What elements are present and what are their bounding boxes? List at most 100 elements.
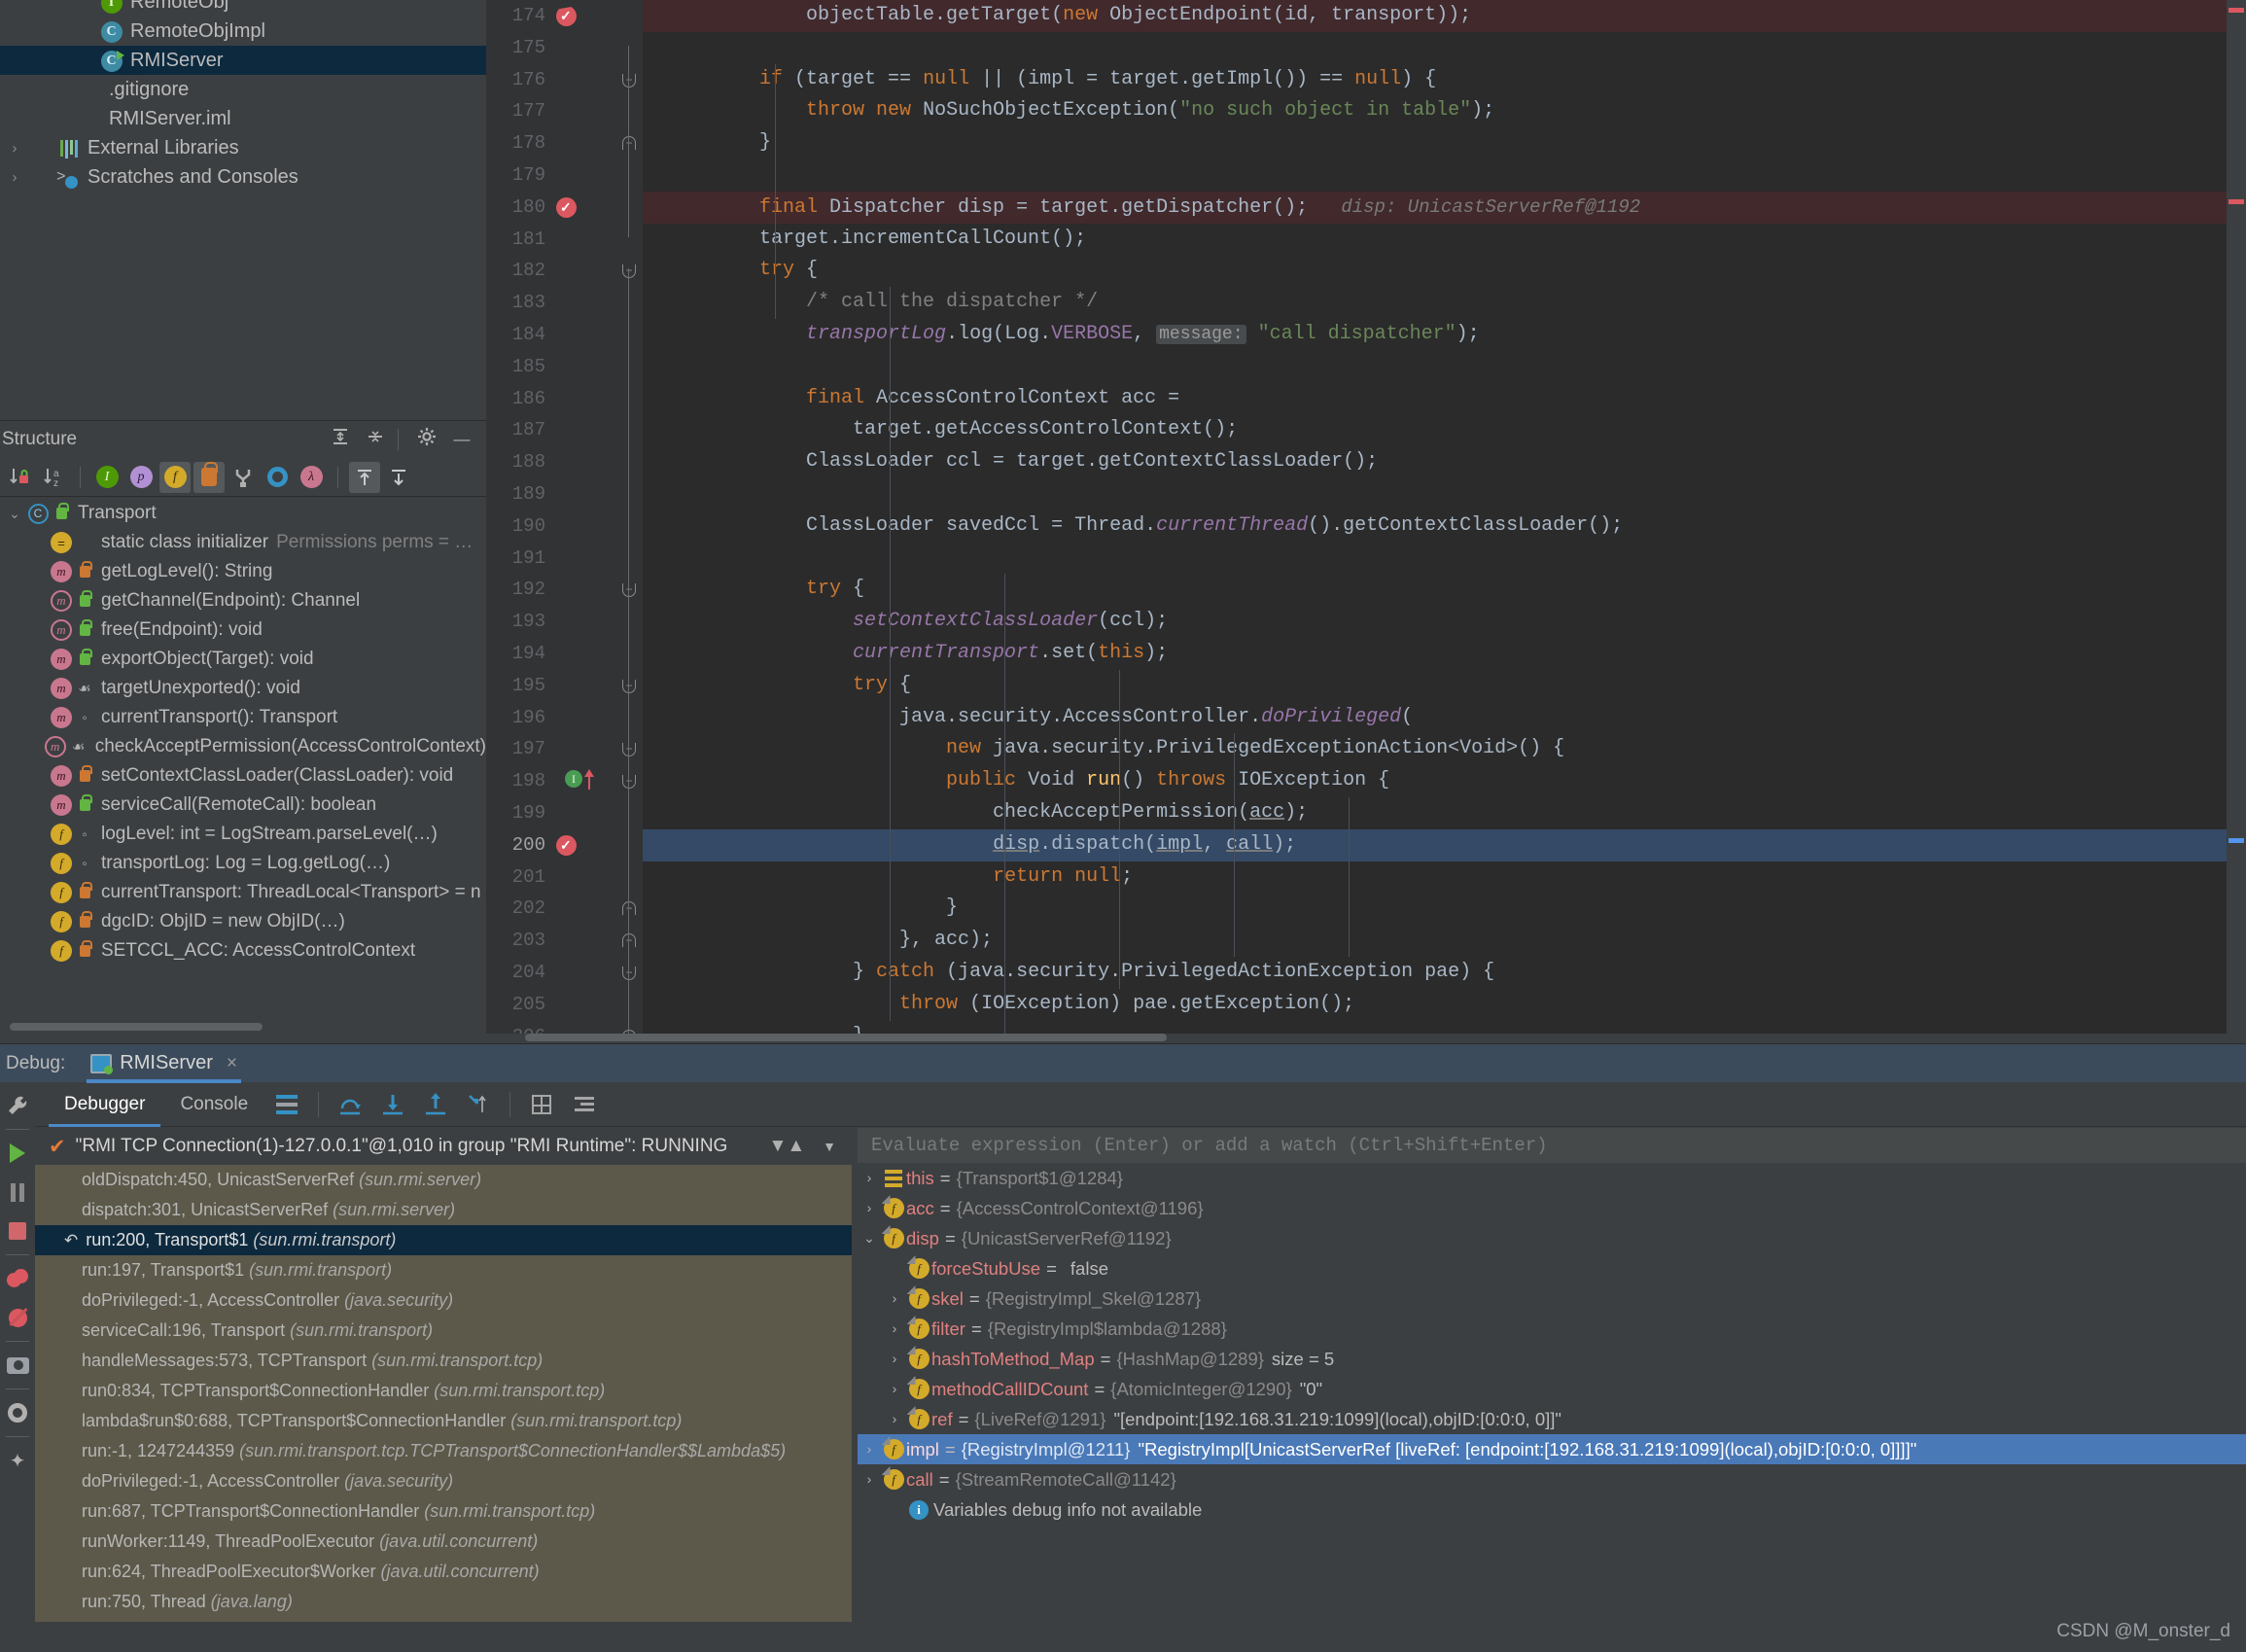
debug-session-tab[interactable]: RMIServer × [83,1044,245,1083]
filter-icon[interactable]: ▼▲ [769,1136,806,1157]
tab-debugger[interactable]: Debugger [49,1082,161,1127]
structure-tree-item[interactable]: m getLogLevel(): String [0,557,486,586]
fold-expand-icon[interactable]: − [622,136,636,151]
structure-tree-item[interactable]: m free(Endpoint): void [0,615,486,645]
variable-row[interactable]: › f call = {StreamRemoteCall@1142} [858,1464,2246,1494]
gutter-line[interactable]: 201 [486,861,615,894]
gutter-line[interactable]: 192 [486,574,615,606]
mute-breakpoints-icon[interactable] [0,1298,35,1337]
fold-collapse-icon[interactable]: − [622,743,636,757]
gutter-line[interactable]: 184 [486,319,615,351]
structure-hscrollbar[interactable] [0,1023,486,1033]
variable-twisty[interactable]: › [883,1374,906,1404]
code-line[interactable]: currentTransport.set(this); [643,638,2246,670]
structure-tree-item[interactable]: f dgcID: ObjID = new ObjID(…) [0,907,486,936]
variable-row[interactable]: f forceStubUse = false [858,1253,2246,1283]
gutter-line[interactable]: 175 [486,32,615,64]
variables-tree[interactable]: › this = {Transport$1@1284} › f acc = {AccessCon… [858,1163,2246,1525]
gutter-line[interactable]: 189 [486,478,615,510]
variable-row[interactable]: › f ref = {LiveRef@1291} "[endpoint:[192.168.… [858,1404,2246,1434]
variable-twisty[interactable]: › [858,1464,881,1494]
variable-row[interactable]: › f impl = {RegistryImpl@1211} "RegistryImpl[… [858,1434,2246,1464]
structure-tree-item[interactable]: f ◦ logLevel: int = LogStream.parseLevel(…… [0,820,486,849]
code-line[interactable]: java.security.AccessController.doPrivile… [643,702,2246,734]
gutter-line[interactable]: 176 [486,64,615,96]
variable-row[interactable]: › f hashToMethod_Map = {HashMap@1289} size = … [858,1344,2246,1374]
editor-code-area[interactable]: objectTable.getTarget(new ObjectEndpoint… [643,0,2246,1043]
structure-tree-item[interactable]: f ◦ transportLog: Log = Log.getLog(…) [0,849,486,878]
project-tree-item[interactable]: RMIServer.iml [0,104,486,133]
structure-tree-item[interactable]: m ☙ checkAcceptPermission(AccessControlCon… [0,732,486,761]
code-line[interactable]: ClassLoader savedCcl = Thread.currentThr… [643,510,2246,543]
fold-expand-icon[interactable]: − [622,933,636,948]
gutter-line[interactable]: 187 [486,414,615,446]
gutter-line[interactable]: 183 [486,287,615,319]
stack-frame-row[interactable]: run:687, TCPTransport$ConnectionHandler … [35,1496,852,1527]
code-line[interactable]: } catch (java.security.PrivilegedActionE… [643,957,2246,989]
gutter-line[interactable]: 190 [486,510,615,543]
structure-tree-item[interactable]: f SETCCL_ACC: AccessControlContext [0,936,486,966]
code-line[interactable]: }, acc); [643,925,2246,957]
code-line[interactable]: } [643,893,2246,925]
expand-all-icon[interactable] [349,461,380,493]
evaluate-expression-icon[interactable] [525,1088,558,1121]
tree-twisty[interactable]: ⌄ [4,506,25,522]
editor-marker-stripe[interactable] [2227,0,2246,1043]
structure-tree-item[interactable]: m exportObject(Target): void [0,645,486,674]
gutter-line[interactable]: 178 [486,127,615,159]
project-tree-item[interactable]: › >_ Scratches and Consoles [0,162,486,192]
stack-frame-row[interactable]: doPrivileged:-1, AccessController (java.… [35,1285,852,1316]
variable-twisty[interactable]: › [858,1434,881,1464]
show-properties-icon[interactable]: p [125,462,157,493]
show-non-public-icon[interactable] [193,461,225,493]
stack-frame-row[interactable]: handleMessages:573, TCPTransport (sun.rm… [35,1346,852,1376]
gutter-line[interactable]: 196 [486,702,615,734]
step-into-icon[interactable] [376,1088,409,1121]
tree-twisty[interactable]: › [4,140,25,157]
gutter-line[interactable]: 197 [486,733,615,765]
variable-row[interactable]: › f acc = {AccessControlContext@1196} [858,1193,2246,1223]
show-inherited-icon[interactable]: I [91,462,123,493]
code-line[interactable]: /* call the dispatcher */ [643,287,2246,319]
code-line[interactable]: } [643,127,2246,159]
structure-tree-item[interactable]: f currentTransport: ThreadLocal<Transport… [0,878,486,907]
variable-row[interactable]: › this = {Transport$1@1284} [858,1163,2246,1193]
show-fields-icon[interactable]: f [159,461,191,493]
structure-tree-item[interactable]: m setContextClassLoader(ClassLoader): voi… [0,761,486,791]
variable-twisty[interactable]: › [883,1314,906,1344]
editor-gutter[interactable]: 1741751761771781791801811821831841851861… [486,0,615,1043]
variable-twisty[interactable]: ⌄ [858,1223,881,1253]
breakpoint-marker[interactable] [556,6,577,26]
gutter-line[interactable]: 203 [486,925,615,957]
variable-twisty[interactable]: › [883,1283,906,1314]
project-tree-item[interactable]: .gitignore [0,75,486,104]
code-line[interactable]: public Void run() throws IOException { [643,765,2246,797]
code-line[interactable]: checkAcceptPermission(acc); [643,797,2246,829]
thread-selector[interactable]: ✔ "RMI TCP Connection(1)-127.0.0.1"@1,01… [35,1128,852,1165]
structure-tree-item[interactable]: m ◦ currentTransport(): Transport [0,703,486,732]
stack-frame-row[interactable]: run:197, Transport$1 (sun.rmi.transport) [35,1255,852,1285]
code-line[interactable] [643,351,2246,383]
step-out-icon[interactable] [419,1088,452,1121]
tree-twisty[interactable]: › [4,169,25,186]
gutter-line[interactable]: 177 [486,95,615,127]
frames-icon[interactable] [270,1088,303,1121]
evaluate-expression-input[interactable]: Evaluate expression (Enter) or add a wat… [858,1128,2246,1163]
variable-row[interactable]: › f methodCallIDCount = {AtomicInteger@1290}… [858,1374,2246,1404]
variable-row[interactable]: › f filter = {RegistryImpl$lambda@1288} [858,1314,2246,1344]
gutter-line[interactable]: 194 [486,638,615,670]
code-line[interactable]: final AccessControlContext acc = [643,383,2246,415]
gutter-line[interactable]: 200 [486,829,615,863]
settings-gear-icon[interactable] [412,426,441,453]
stack-frame-row[interactable]: ↶ run:200, Transport$1 (sun.rmi.transport… [35,1225,852,1255]
settings-gear-icon[interactable] [0,1393,35,1432]
collapse-all-icon[interactable] [383,462,414,493]
code-line[interactable]: objectTable.getTarget(new ObjectEndpoint… [643,0,2246,32]
show-lambdas-icon[interactable]: λ [296,462,327,493]
gutter-line[interactable]: 191 [486,543,615,575]
pause-program-icon[interactable] [0,1173,35,1212]
code-line[interactable]: try { [643,670,2246,702]
gutter-line[interactable]: 195 [486,670,615,702]
wrench-icon[interactable] [0,1086,35,1125]
code-line[interactable]: try { [643,574,2246,606]
